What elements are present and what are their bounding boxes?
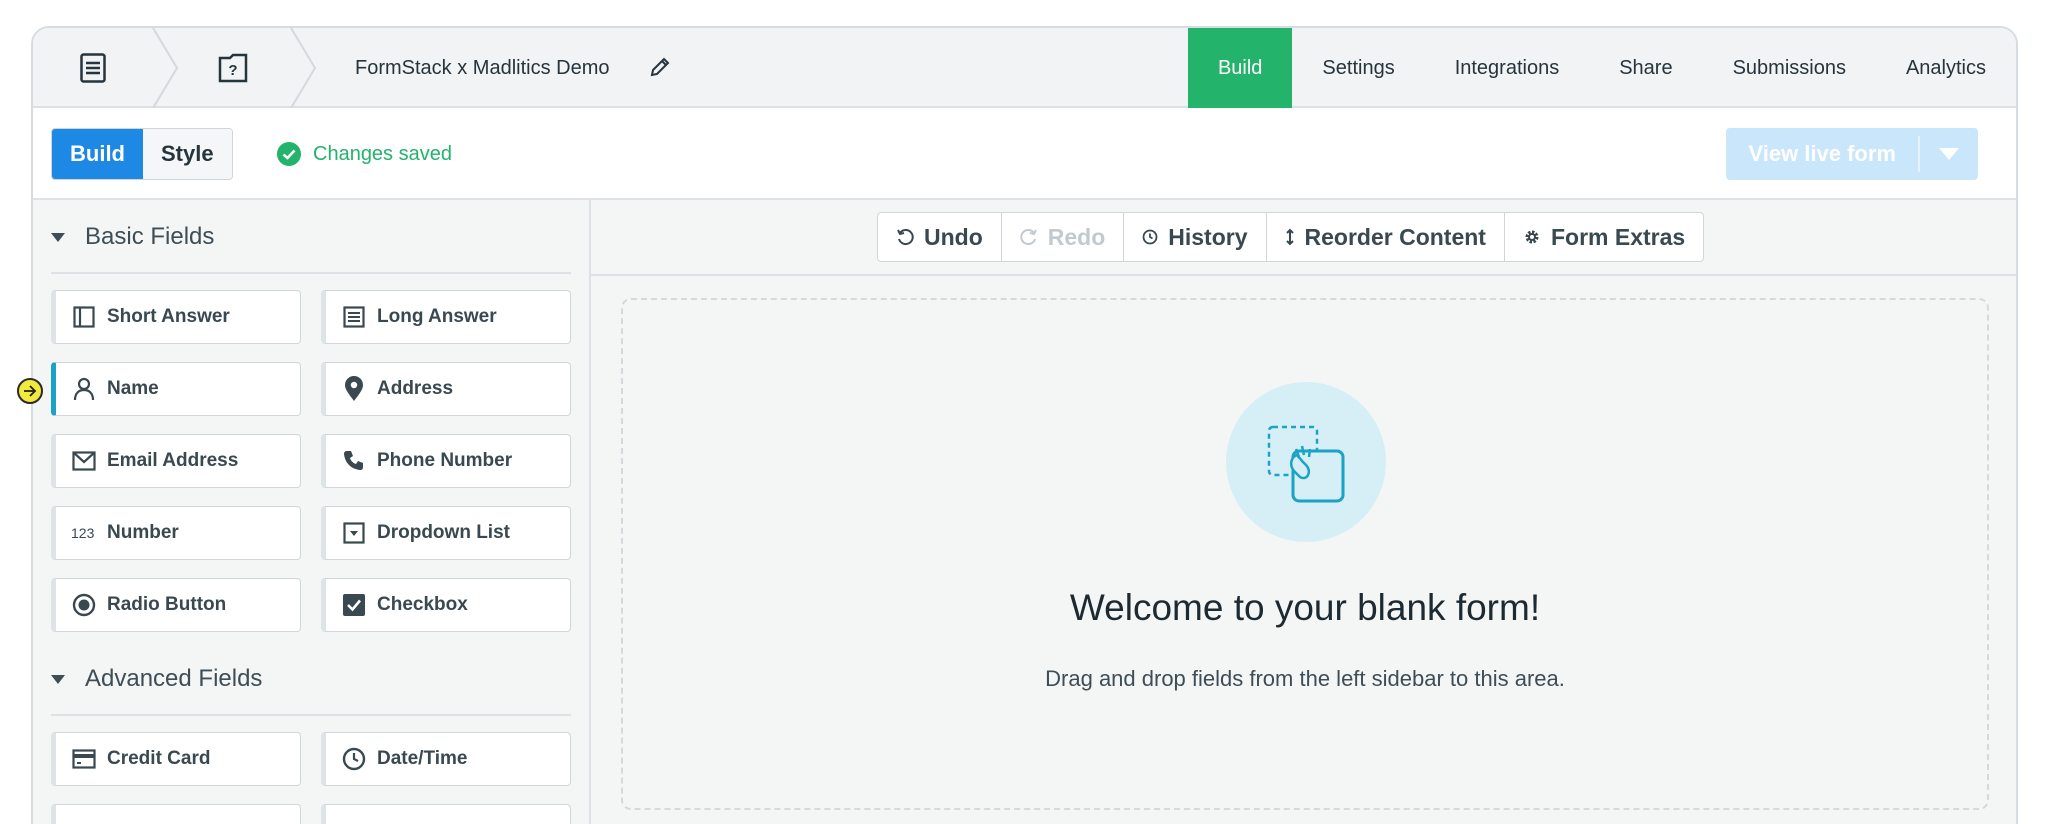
map-pin-icon — [341, 376, 367, 402]
field-name[interactable]: Name — [51, 362, 301, 416]
field-long-answer[interactable]: Long Answer — [321, 290, 571, 344]
field-email-address[interactable]: Email Address — [51, 434, 301, 488]
view-live-form-split-button: View live form — [1726, 128, 1978, 180]
field-date-time[interactable]: Date/Time — [321, 732, 571, 786]
field-label: Email Address — [107, 450, 239, 471]
person-icon — [71, 376, 97, 402]
welcome-heading: Welcome to your blank form! — [1069, 587, 1541, 628]
cursor-indicator-icon — [17, 378, 43, 404]
breadcrumb-separator — [151, 28, 181, 108]
advanced-fields-title: Advanced Fields — [85, 665, 263, 692]
advanced-fields-header[interactable]: Advanced Fields — [51, 662, 262, 696]
tab-share[interactable]: Share — [1589, 28, 1702, 108]
field-phone-number[interactable]: Phone Number — [321, 434, 571, 488]
undo-label: Undo — [924, 223, 983, 250]
view-live-form-button[interactable]: View live form — [1726, 128, 1918, 180]
credit-card-icon — [71, 746, 97, 772]
tab-analytics[interactable]: Analytics — [1876, 28, 2016, 108]
welcome-instructions: Drag and drop fields from the left sideb… — [1045, 666, 1565, 691]
undo-icon — [896, 228, 914, 246]
form-help-icon[interactable]: ? — [203, 28, 263, 108]
form-extras-label: Form Extras — [1550, 223, 1686, 250]
collapse-triangle-icon — [51, 674, 65, 684]
field-label: Credit Card — [107, 748, 211, 769]
redo-label: Redo — [1047, 223, 1106, 250]
field-address[interactable]: Address — [321, 362, 571, 416]
field-label: Short Answer — [107, 306, 230, 327]
reorder-content-button[interactable]: Reorder Content — [1267, 213, 1505, 261]
tab-submissions[interactable]: Submissions — [1703, 28, 1876, 108]
number-icon: 123 — [71, 520, 97, 546]
long-answer-icon — [341, 304, 367, 330]
phone-icon — [341, 448, 367, 474]
form-dropzone[interactable]: Welcome to your blank form! Drag and dro… — [621, 298, 1989, 810]
field-label: Radio Button — [107, 594, 227, 615]
field-checkbox[interactable]: Checkbox — [321, 578, 571, 632]
svg-text:123: 123 — [71, 525, 95, 541]
dropdown-icon — [341, 520, 367, 546]
field-short-answer[interactable]: Short Answer — [51, 290, 301, 344]
caret-down-icon[interactable] — [1920, 128, 1978, 180]
fields-sidebar: Basic Fields Short Answer Long Answer Na… — [33, 200, 591, 824]
main-tabs: Build Settings Integrations Share Submis… — [1187, 28, 2016, 108]
canvas-toolbar: Undo Redo History Reorder Content Form E… — [591, 200, 2016, 276]
save-status-text: Changes saved — [313, 142, 452, 165]
field-partial[interactable] — [321, 804, 571, 824]
collapse-triangle-icon — [51, 232, 65, 242]
field-label: Checkbox — [377, 594, 468, 615]
field-label: Phone Number — [377, 450, 513, 471]
divider — [51, 272, 571, 274]
reorder-label: Reorder Content — [1304, 223, 1486, 250]
tab-settings[interactable]: Settings — [1292, 28, 1424, 108]
style-mode-button[interactable]: Style — [143, 129, 232, 179]
reorder-arrows-icon — [1285, 228, 1295, 246]
field-label: Date/Time — [377, 748, 468, 769]
edit-title-pencil-icon[interactable] — [649, 56, 671, 78]
field-label: Long Answer — [377, 306, 497, 327]
form-canvas-area: Undo Redo History Reorder Content Form E… — [591, 200, 2016, 824]
check-circle-icon — [277, 142, 301, 166]
field-radio-button[interactable]: Radio Button — [51, 578, 301, 632]
field-label: Dropdown List — [377, 522, 510, 543]
checkbox-icon — [341, 592, 367, 618]
history-button[interactable]: History — [1124, 213, 1267, 261]
build-mode-button[interactable]: Build — [52, 129, 143, 179]
divider — [51, 714, 571, 716]
history-label: History — [1168, 223, 1248, 250]
basic-fields-header[interactable]: Basic Fields — [51, 220, 214, 254]
breadcrumb-separator — [289, 28, 319, 108]
field-partial[interactable] — [51, 804, 301, 824]
document-icon[interactable] — [63, 28, 123, 108]
clock-icon — [341, 746, 367, 772]
history-icon — [1142, 229, 1158, 245]
field-label: Address — [377, 378, 454, 399]
field-label: Name — [107, 378, 159, 399]
undo-button[interactable]: Undo — [878, 213, 1002, 261]
save-status: Changes saved — [277, 128, 452, 180]
redo-icon — [1020, 228, 1038, 246]
build-style-toggle: Build Style — [51, 128, 233, 180]
field-dropdown-list[interactable]: Dropdown List — [321, 506, 571, 560]
field-number[interactable]: 123 Number — [51, 506, 301, 560]
field-label: Number — [107, 522, 179, 543]
field-credit-card[interactable]: Credit Card — [51, 732, 301, 786]
svg-text:?: ? — [228, 62, 237, 79]
redo-button[interactable]: Redo — [1002, 213, 1125, 261]
form-extras-button[interactable]: Form Extras — [1505, 213, 1703, 261]
basic-fields-title: Basic Fields — [85, 223, 215, 250]
envelope-icon — [71, 448, 97, 474]
canvas-toolbar-group: Undo Redo History Reorder Content Form E… — [877, 212, 1705, 262]
mode-bar: Build Style Changes saved View live form — [33, 108, 2016, 200]
tab-integrations[interactable]: Integrations — [1425, 28, 1590, 108]
gear-icon — [1523, 228, 1541, 246]
form-builder-window: ? FormStack x Madlitics Demo Build Setti… — [31, 26, 2018, 824]
short-answer-icon — [71, 304, 97, 330]
top-bar: ? FormStack x Madlitics Demo Build Setti… — [33, 28, 2016, 108]
drag-drop-icon — [1226, 382, 1386, 542]
radio-icon — [71, 592, 97, 618]
form-title: FormStack x Madlitics Demo — [355, 56, 610, 79]
tab-build[interactable]: Build — [1187, 28, 1293, 108]
